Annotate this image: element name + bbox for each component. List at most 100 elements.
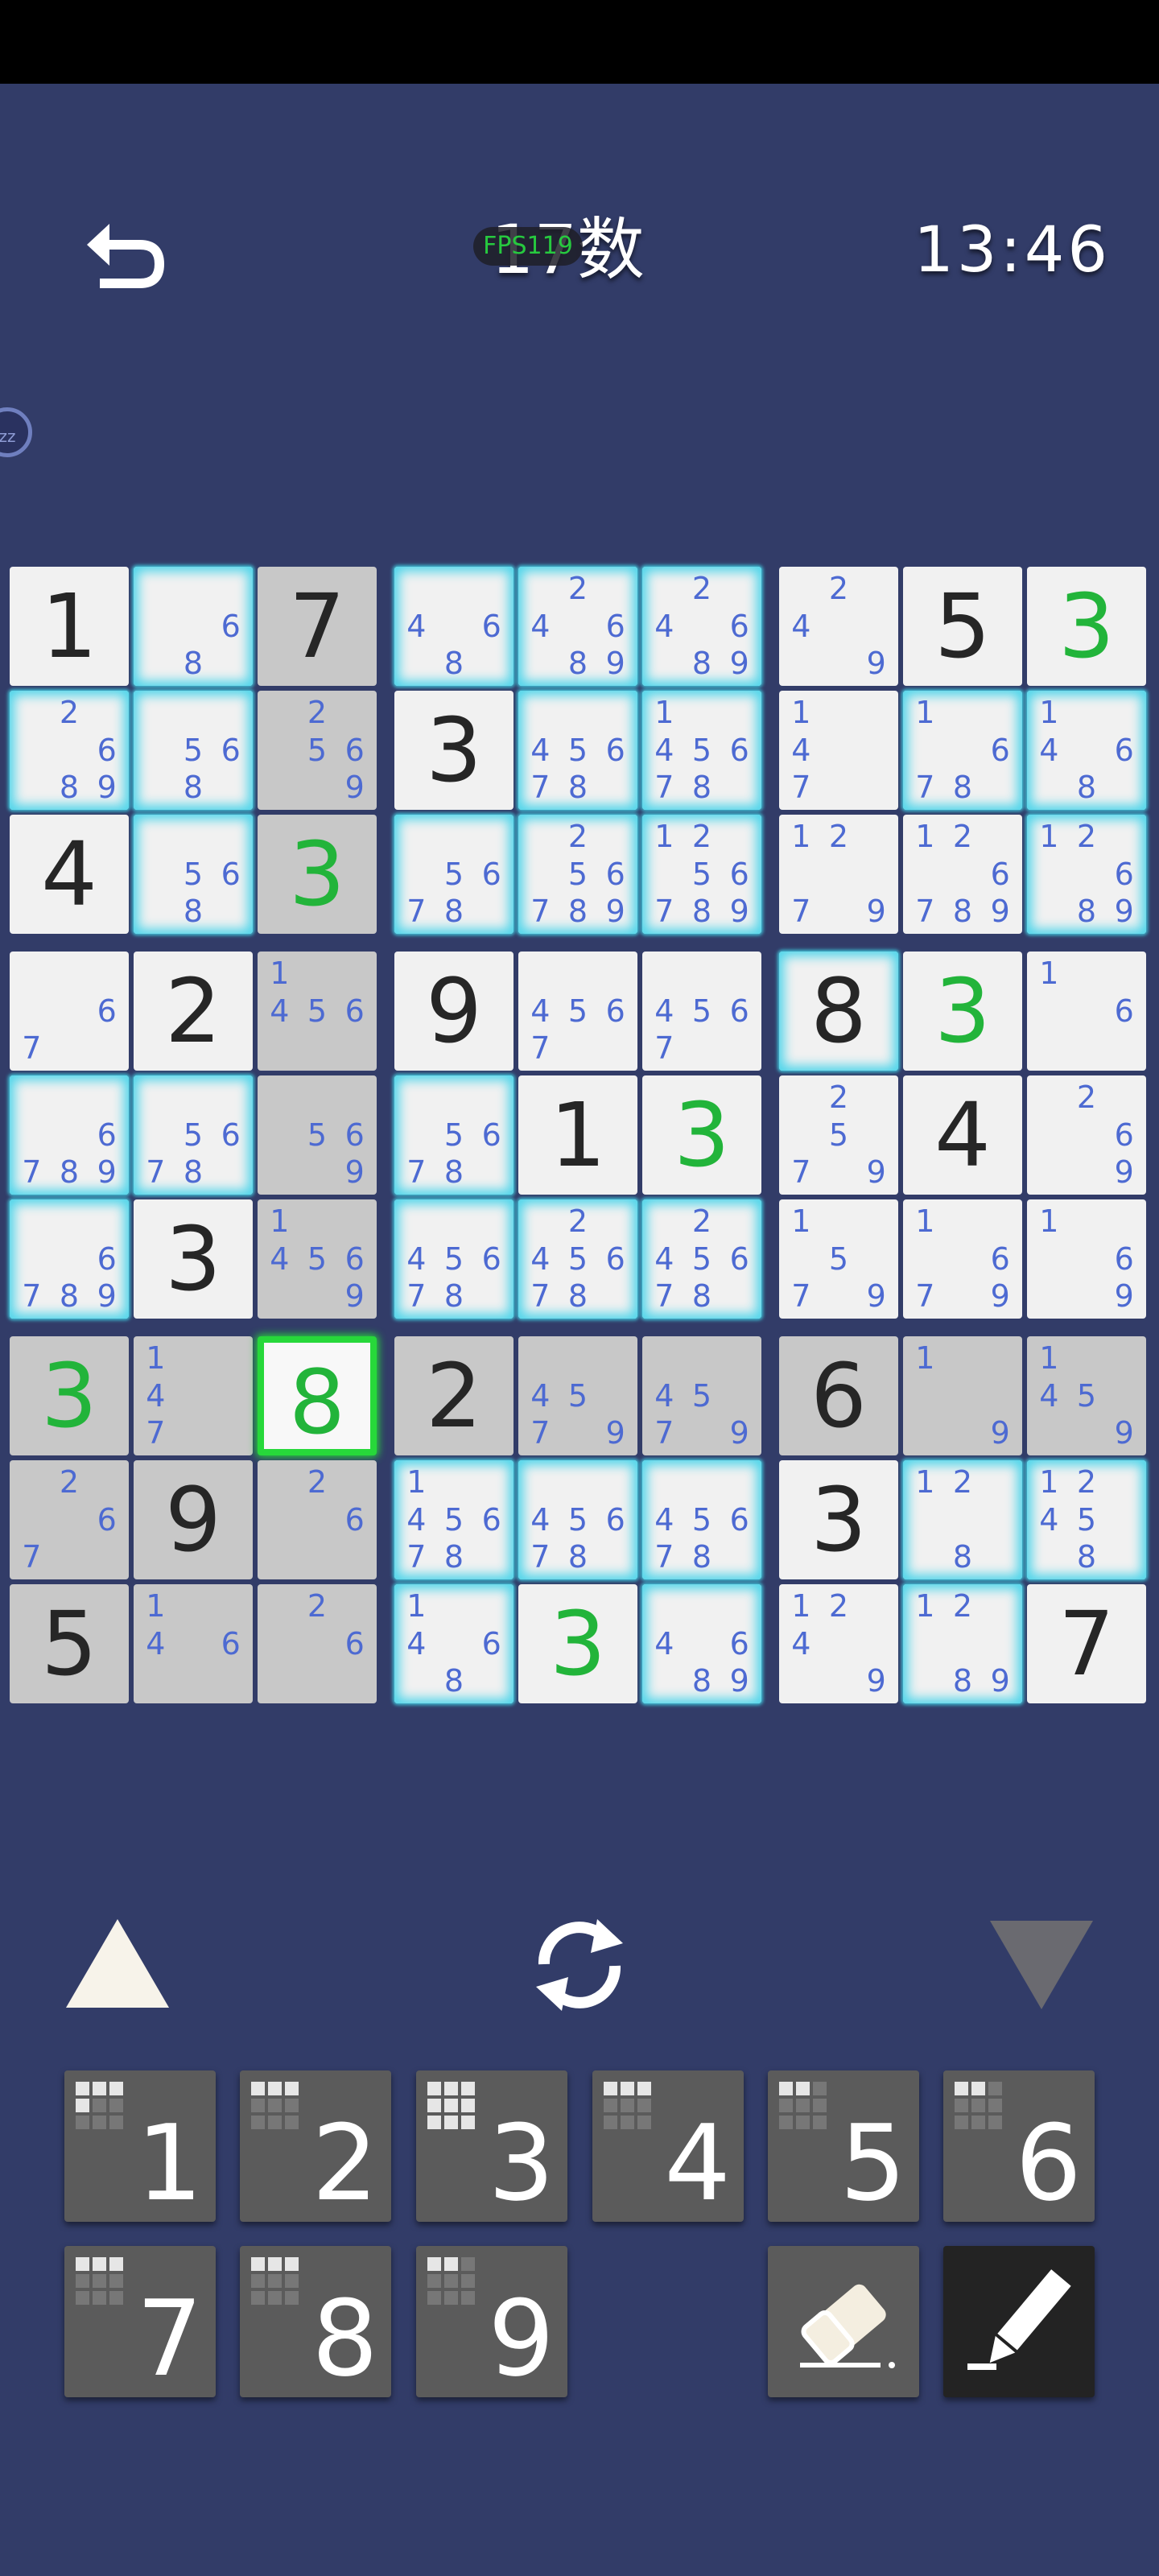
- sudoku-cell-r7c7[interactable]: 6: [779, 1336, 898, 1455]
- sudoku-cell-r6c3[interactable]: 14569: [258, 1199, 377, 1319]
- sudoku-cell-r8c4[interactable]: 1456 78: [394, 1460, 514, 1579]
- sudoku-cell-r6c8[interactable]: 1679: [903, 1199, 1022, 1319]
- sudoku-cell-r4c3[interactable]: 1456: [258, 952, 377, 1071]
- sudoku-cell-r5c6[interactable]: 3: [642, 1075, 761, 1195]
- number-key-5[interactable]: 5: [768, 2070, 919, 2223]
- sudoku-cell-r6c6[interactable]: 2456 78: [642, 1199, 761, 1319]
- sudoku-cell-r4c1[interactable]: 67: [10, 952, 129, 1071]
- sudoku-cell-r1c7[interactable]: 24 9: [779, 567, 898, 686]
- number-key-9[interactable]: 9: [416, 2246, 567, 2399]
- sudoku-cell-r7c5[interactable]: 457 9: [518, 1336, 637, 1455]
- sudoku-cell-r8c2[interactable]: 9: [134, 1460, 253, 1579]
- sudoku-cell-r6c4[interactable]: 456 78: [394, 1199, 514, 1319]
- refresh-button[interactable]: [523, 1913, 636, 2017]
- sudoku-cell-r9c2[interactable]: 14 6: [134, 1584, 253, 1703]
- sudoku-cell-r1c8[interactable]: 5: [903, 567, 1022, 686]
- sudoku-cell-r8c7[interactable]: 3: [779, 1460, 898, 1579]
- sudoku-cell-r9c5[interactable]: 3: [518, 1584, 637, 1703]
- sudoku-cell-r3c1[interactable]: 4: [10, 815, 129, 934]
- note-digit: 4: [530, 1377, 551, 1414]
- sudoku-cell-r4c4[interactable]: 9: [394, 952, 514, 1071]
- sudoku-cell-r1c4[interactable]: 4 68: [394, 567, 514, 686]
- sudoku-cell-r2c9[interactable]: 14 68: [1027, 691, 1146, 810]
- sudoku-cell-r5c4[interactable]: 56 78: [394, 1075, 514, 1195]
- sudoku-cell-r8c8[interactable]: 12 8: [903, 1460, 1022, 1579]
- sudoku-cell-r5c5[interactable]: 1: [518, 1075, 637, 1195]
- sudoku-cell-r1c9[interactable]: 3: [1027, 567, 1146, 686]
- sudoku-cell-r4c7[interactable]: 8: [779, 952, 898, 1071]
- sudoku-cell-r2c1[interactable]: 2689: [10, 691, 129, 810]
- sudoku-cell-r8c1[interactable]: 26 7: [10, 1460, 129, 1579]
- pencil-notes: 4 68: [398, 570, 510, 683]
- number-key-3[interactable]: 3: [416, 2070, 567, 2223]
- sudoku-cell-r7c2[interactable]: 147: [134, 1336, 253, 1455]
- sudoku-cell-r5c8[interactable]: 4: [903, 1075, 1022, 1195]
- sudoku-cell-r2c6[interactable]: 1456 78: [642, 691, 761, 810]
- pause-button[interactable]: zz: [0, 407, 32, 457]
- sudoku-cell-r5c7[interactable]: 257 9: [779, 1075, 898, 1195]
- sudoku-cell-r7c4[interactable]: 2: [394, 1336, 514, 1455]
- sudoku-cell-r7c6[interactable]: 457 9: [642, 1336, 761, 1455]
- sudoku-cell-r2c5[interactable]: 456 78: [518, 691, 637, 810]
- pencil-notes: 257 9: [782, 1079, 895, 1191]
- sudoku-cell-r6c5[interactable]: 2456 78: [518, 1199, 637, 1319]
- sudoku-cell-r6c7[interactable]: 1579: [779, 1199, 898, 1319]
- sudoku-cell-r2c7[interactable]: 147: [779, 691, 898, 810]
- sudoku-cell-r3c8[interactable]: 126 789: [903, 815, 1022, 934]
- sudoku-cell-r9c1[interactable]: 5: [10, 1584, 129, 1703]
- back-button[interactable]: [82, 217, 171, 298]
- number-key-7[interactable]: 7: [64, 2246, 216, 2399]
- sudoku-cell-r5c2[interactable]: 56 78: [134, 1075, 253, 1195]
- sudoku-cell-r1c2[interactable]: 68: [134, 567, 253, 686]
- sudoku-cell-r7c8[interactable]: 19: [903, 1336, 1022, 1455]
- sudoku-cell-r4c8[interactable]: 3: [903, 952, 1022, 1071]
- sudoku-cell-r7c1[interactable]: 3: [10, 1336, 129, 1455]
- sudoku-cell-r5c1[interactable]: 6 789: [10, 1075, 129, 1195]
- sudoku-cell-r1c3[interactable]: 7: [258, 567, 377, 686]
- sudoku-cell-r8c5[interactable]: 456 78: [518, 1460, 637, 1579]
- sudoku-cell-r1c6[interactable]: 24 689: [642, 567, 761, 686]
- sudoku-cell-r3c9[interactable]: 12689: [1027, 815, 1146, 934]
- sudoku-cell-r9c9[interactable]: 7: [1027, 1584, 1146, 1703]
- number-key-4[interactable]: 4: [592, 2070, 744, 2223]
- sudoku-cell-r3c2[interactable]: 568: [134, 815, 253, 934]
- sudoku-cell-r8c6[interactable]: 456 78: [642, 1460, 761, 1579]
- sudoku-cell-r3c3[interactable]: 3: [258, 815, 377, 934]
- pencil-button[interactable]: [943, 2246, 1095, 2397]
- sudoku-cell-r9c3[interactable]: 26: [258, 1584, 377, 1703]
- sudoku-cell-r3c7[interactable]: 12 7 9: [779, 815, 898, 934]
- number-key-8[interactable]: 8: [240, 2246, 391, 2399]
- sudoku-cell-r9c6[interactable]: 4 689: [642, 1584, 761, 1703]
- sudoku-cell-r5c3[interactable]: 569: [258, 1075, 377, 1195]
- sudoku-cell-r8c3[interactable]: 26: [258, 1460, 377, 1579]
- sudoku-cell-r1c1[interactable]: 1: [10, 567, 129, 686]
- sudoku-cell-r7c3[interactable]: 8: [258, 1336, 377, 1455]
- sudoku-cell-r2c8[interactable]: 1678: [903, 691, 1022, 810]
- sudoku-cell-r4c6[interactable]: 456 7: [642, 952, 761, 1071]
- sudoku-cell-r9c4[interactable]: 14 68: [394, 1584, 514, 1703]
- number-key-6[interactable]: 6: [943, 2070, 1095, 2223]
- number-key-1[interactable]: 1: [64, 2070, 216, 2223]
- sudoku-cell-r7c9[interactable]: 1459: [1027, 1336, 1146, 1455]
- sudoku-cell-r4c2[interactable]: 2: [134, 952, 253, 1071]
- sudoku-cell-r6c1[interactable]: 6 789: [10, 1199, 129, 1319]
- sudoku-cell-r3c6[interactable]: 1256 789: [642, 815, 761, 934]
- sudoku-cell-r6c2[interactable]: 3: [134, 1199, 253, 1319]
- sudoku-cell-r8c9[interactable]: 12458: [1027, 1460, 1146, 1579]
- sudoku-cell-r2c4[interactable]: 3: [394, 691, 514, 810]
- sudoku-cell-r2c2[interactable]: 568: [134, 691, 253, 810]
- sudoku-cell-r3c5[interactable]: 256 789: [518, 815, 637, 934]
- sudoku-cell-r9c8[interactable]: 12 89: [903, 1584, 1022, 1703]
- triangle-up-icon[interactable]: [66, 1919, 169, 2008]
- triangle-down-icon[interactable]: [990, 1921, 1093, 2009]
- sudoku-cell-r4c5[interactable]: 456 7: [518, 952, 637, 1071]
- sudoku-cell-r3c4[interactable]: 56 78: [394, 815, 514, 934]
- eraser-button[interactable]: [768, 2246, 919, 2397]
- sudoku-cell-r5c9[interactable]: 269: [1027, 1075, 1146, 1195]
- sudoku-cell-r9c7[interactable]: 124 9: [779, 1584, 898, 1703]
- sudoku-cell-r6c9[interactable]: 1 69: [1027, 1199, 1146, 1319]
- sudoku-cell-r1c5[interactable]: 24 689: [518, 567, 637, 686]
- sudoku-cell-r2c3[interactable]: 2569: [258, 691, 377, 810]
- sudoku-cell-r4c9[interactable]: 16: [1027, 952, 1146, 1071]
- number-key-2[interactable]: 2: [240, 2070, 391, 2223]
